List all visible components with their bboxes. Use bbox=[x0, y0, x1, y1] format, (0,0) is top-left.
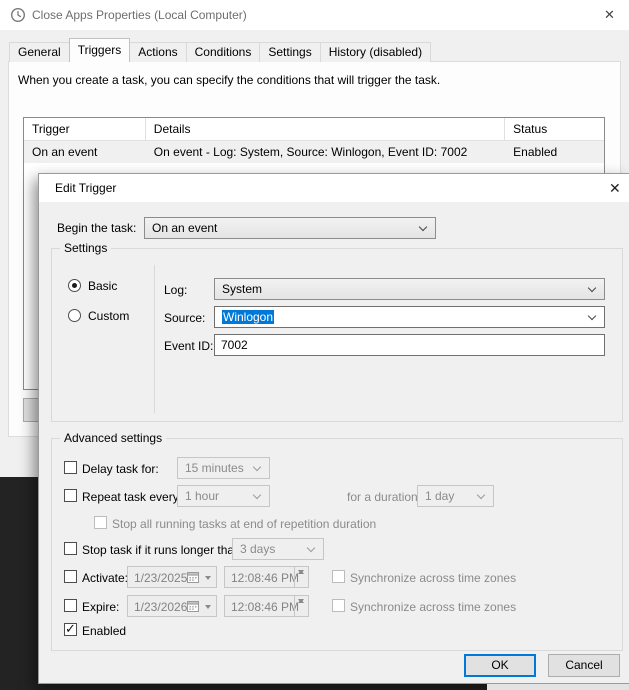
delay-task-checkbox[interactable] bbox=[64, 461, 77, 474]
source-label: Source: bbox=[164, 311, 206, 325]
triggers-list-header: Trigger Details Status bbox=[24, 118, 604, 141]
expire-label: Expire: bbox=[82, 600, 120, 614]
activate-sync-checkbox bbox=[332, 570, 345, 583]
chevron-down-icon bbox=[587, 311, 597, 321]
dialog-title: Edit Trigger bbox=[55, 181, 117, 195]
stop-task-label: Stop task if it runs longer than: bbox=[82, 543, 245, 557]
close-icon[interactable]: ✕ bbox=[609, 180, 621, 197]
activate-time-value: 12:08:46 PM bbox=[231, 571, 300, 585]
basic-radio-label: Basic bbox=[88, 279, 118, 293]
enabled-label: Enabled bbox=[82, 624, 127, 638]
tab-conditions[interactable]: Conditions bbox=[185, 42, 261, 62]
dropdown-arrow-icon bbox=[205, 576, 211, 580]
cell-details: On event - Log: System, Source: Winlogon… bbox=[153, 145, 468, 159]
chevron-down-icon bbox=[476, 490, 486, 500]
delay-task-dropdown: 15 minutes bbox=[177, 457, 270, 479]
expire-sync-checkbox bbox=[332, 599, 345, 612]
settings-group: Settings Basic Custom Log: System Source… bbox=[51, 241, 623, 422]
chevron-down-icon bbox=[306, 543, 316, 553]
radio-dot bbox=[72, 283, 77, 288]
calendar-icon bbox=[187, 601, 199, 612]
chevron-down-icon bbox=[252, 462, 262, 472]
repeat-task-dropdown: 1 hour bbox=[177, 485, 270, 507]
enabled-checkbox[interactable]: ✓ bbox=[64, 621, 77, 636]
activate-time-spinner: 12:08:46 PM bbox=[224, 566, 309, 588]
stop-task-value: 3 days bbox=[240, 542, 276, 556]
close-icon[interactable]: ✕ bbox=[604, 7, 615, 23]
advanced-settings-group: Advanced settings Delay task for: 15 min… bbox=[51, 431, 623, 651]
repeat-task-value: 1 hour bbox=[185, 489, 220, 503]
delay-task-value: 15 minutes bbox=[185, 461, 244, 475]
expire-time-spinner: 12:08:46 PM bbox=[224, 595, 309, 617]
window-title: Close Apps Properties (Local Computer) bbox=[32, 8, 247, 22]
activate-sync-label: Synchronize across time zones bbox=[350, 571, 517, 585]
cancel-button[interactable]: Cancel bbox=[548, 654, 620, 677]
log-value: System bbox=[222, 282, 263, 296]
basic-radio[interactable] bbox=[68, 279, 81, 292]
log-label: Log: bbox=[164, 283, 188, 297]
begin-task-value: On an event bbox=[152, 221, 218, 235]
duration-value: 1 day bbox=[425, 489, 455, 503]
expire-checkbox[interactable] bbox=[64, 599, 77, 612]
stop-all-tasks-label: Stop all running tasks at end of repetit… bbox=[112, 517, 377, 531]
time-spinner-buttons bbox=[294, 596, 308, 616]
source-combobox[interactable]: Winlogon bbox=[214, 306, 605, 328]
settings-divider bbox=[154, 265, 155, 413]
cell-status: Enabled bbox=[513, 145, 558, 159]
begin-task-dropdown[interactable]: On an event bbox=[144, 217, 436, 239]
column-header-details[interactable]: Details bbox=[146, 118, 506, 140]
custom-radio-label: Custom bbox=[88, 309, 130, 323]
time-spinner-buttons bbox=[294, 567, 308, 587]
event-id-label: Event ID: bbox=[164, 339, 214, 353]
stop-all-tasks-checkbox bbox=[94, 516, 107, 529]
screen-backdrop: Close Apps Properties (Local Computer) ✕… bbox=[0, 0, 629, 690]
stop-task-checkbox[interactable] bbox=[64, 542, 77, 555]
edit-trigger-dialog: Edit Trigger ✕ Begin the task: On an eve… bbox=[38, 173, 629, 684]
expire-time-value: 12:08:46 PM bbox=[231, 600, 300, 614]
event-id-input[interactable] bbox=[214, 334, 605, 356]
expire-sync-label: Synchronize across time zones bbox=[350, 600, 517, 614]
activate-checkbox[interactable] bbox=[64, 570, 77, 583]
advanced-settings-legend: Advanced settings bbox=[60, 431, 167, 446]
table-row[interactable]: On an event On event - Log: System, Sour… bbox=[24, 141, 604, 163]
settings-legend: Settings bbox=[60, 241, 112, 256]
cell-trigger: On an event bbox=[32, 145, 98, 159]
expire-date-picker: 1/23/2026 bbox=[127, 595, 217, 617]
window-titlebar: Close Apps Properties (Local Computer) ✕ bbox=[0, 0, 629, 30]
column-header-status[interactable]: Status bbox=[505, 118, 604, 140]
repeat-task-checkbox[interactable] bbox=[64, 489, 77, 502]
expire-date-value: 1/23/2026 bbox=[134, 600, 188, 614]
tab-description: When you create a task, you can specify … bbox=[18, 73, 441, 87]
chevron-down-icon bbox=[418, 222, 428, 232]
arrow-down-icon bbox=[298, 599, 304, 603]
activate-date-value: 1/23/2025 bbox=[134, 571, 188, 585]
chevron-down-icon bbox=[252, 490, 262, 500]
duration-dropdown: 1 day bbox=[417, 485, 494, 507]
stop-task-dropdown: 3 days bbox=[232, 538, 324, 560]
tab-actions[interactable]: Actions bbox=[129, 42, 187, 62]
tab-settings[interactable]: Settings bbox=[259, 42, 321, 62]
tab-history[interactable]: History (disabled) bbox=[319, 42, 432, 62]
activate-date-picker: 1/23/2025 bbox=[127, 566, 217, 588]
tab-general[interactable]: General bbox=[9, 42, 70, 62]
column-header-trigger[interactable]: Trigger bbox=[24, 118, 146, 140]
tab-triggers[interactable]: Triggers bbox=[68, 38, 131, 62]
source-value-selected: Winlogon bbox=[222, 310, 275, 324]
chevron-down-icon bbox=[587, 283, 597, 293]
tab-strip: General Triggers Actions Conditions Sett… bbox=[9, 38, 432, 62]
delay-task-label: Delay task for: bbox=[82, 462, 159, 476]
begin-task-label: Begin the task: bbox=[57, 221, 137, 235]
repeat-task-label: Repeat task every: bbox=[82, 490, 183, 504]
calendar-icon bbox=[187, 572, 199, 583]
activate-label: Activate: bbox=[82, 571, 129, 585]
dropdown-arrow-icon bbox=[205, 605, 211, 609]
checkmark-icon: ✓ bbox=[65, 621, 76, 636]
background-window-edge bbox=[487, 684, 629, 690]
clock-icon bbox=[10, 7, 26, 23]
ok-button[interactable]: OK bbox=[464, 654, 536, 677]
log-dropdown[interactable]: System bbox=[214, 278, 605, 300]
dialog-titlebar: Edit Trigger ✕ bbox=[39, 174, 629, 202]
custom-radio[interactable] bbox=[68, 309, 81, 322]
arrow-down-icon bbox=[298, 570, 304, 574]
